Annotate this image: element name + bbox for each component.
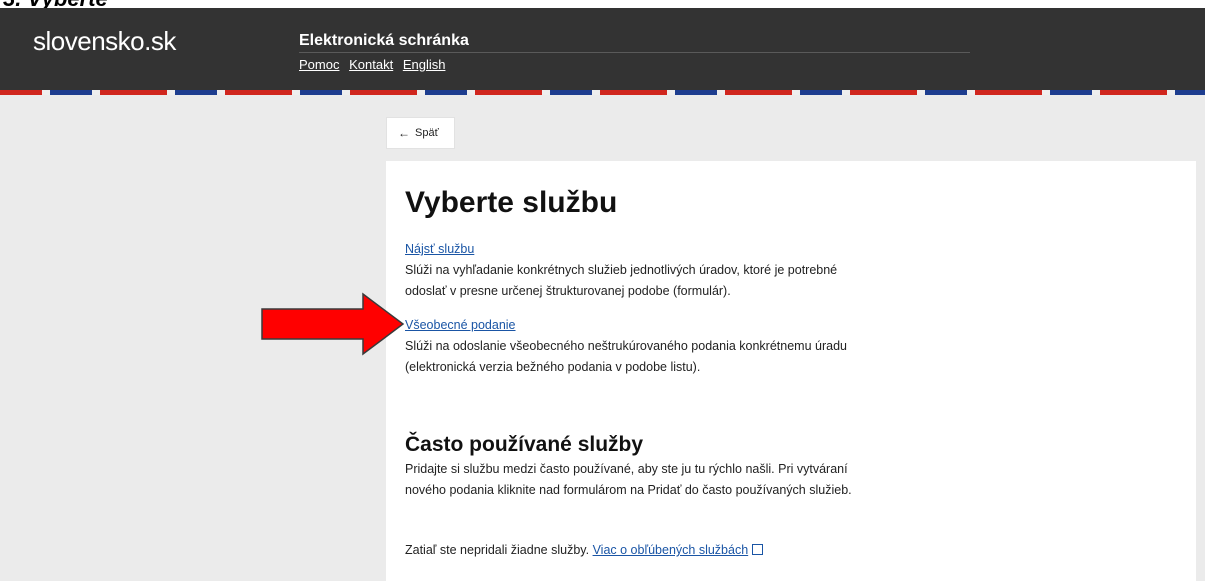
back-button[interactable]: ← Späť: [386, 117, 455, 149]
site-header: slovensko.sk Elektronická schránka Pomoc…: [0, 8, 1205, 90]
find-service-desc-2: odoslať v presne určenej štrukturovanej …: [405, 284, 731, 298]
favorites-more-link[interactable]: Viac o obľúbených službách: [593, 543, 749, 557]
general-submission-desc-1: Slúži na odoslanie všeobecného neštrukúr…: [405, 339, 847, 353]
page-title: Vyberte službu: [405, 186, 618, 219]
favorites-heading: Často používané služby: [405, 433, 644, 456]
favorites-desc: Pridajte si službu medzi často používané…: [405, 459, 905, 501]
site-logo[interactable]: slovensko.sk: [33, 26, 176, 57]
red-arrow-shape: [261, 292, 405, 356]
favorites-desc-2: nového podania kliknite nad formulárom n…: [405, 483, 852, 497]
nav-contact-link[interactable]: Kontakt: [349, 57, 393, 72]
favorites-empty: Zatiaľ ste nepridali žiadne služby. Viac…: [405, 540, 905, 561]
favorites-desc-1: Pridajte si službu medzi často používané…: [405, 462, 848, 476]
service-find: Nájsť službu Slúži na vyhľadanie konkrét…: [405, 239, 905, 302]
red-annotation-arrow: [261, 292, 405, 356]
find-service-desc-1: Slúži na vyhľadanie konkrétnych služieb …: [405, 263, 838, 277]
nav-english-link[interactable]: English: [403, 57, 446, 72]
top-caption-strip: 3. Vyberte: [0, 0, 1205, 8]
main-card: Vyberte službu Nájsť službu Slúži na vyh…: [386, 161, 1196, 581]
arrow-left-icon: ←: [398, 126, 410, 140]
header-divider: [299, 52, 970, 53]
top-caption: 3. Vyberte: [3, 0, 108, 8]
header-nav: Pomoc Kontakt English: [299, 57, 451, 72]
service-general: Všeobecné podanie Slúži na odoslanie vše…: [405, 315, 905, 378]
find-service-link[interactable]: Nájsť službu: [405, 242, 474, 256]
nav-help-link[interactable]: Pomoc: [299, 57, 339, 72]
general-submission-link[interactable]: Všeobecné podanie: [405, 318, 516, 332]
general-submission-desc-2: (elektronická verzia bežného podania v p…: [405, 360, 701, 374]
back-button-label: Späť: [415, 127, 439, 139]
external-link-icon: [752, 544, 764, 555]
favorites-empty-text: Zatiaľ ste nepridali žiadne služby.: [405, 543, 590, 557]
app-title: Elektronická schránka: [299, 32, 469, 49]
